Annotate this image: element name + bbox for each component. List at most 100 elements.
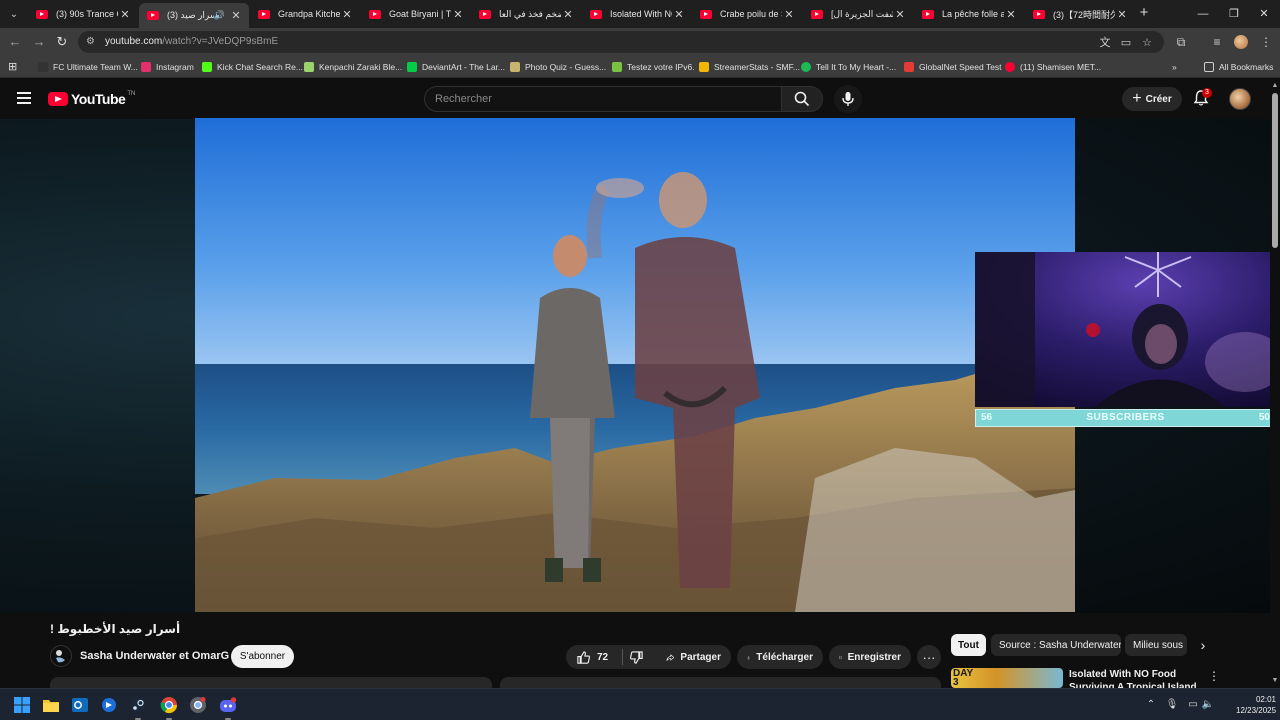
tab-close-icon[interactable]: ✕: [672, 8, 686, 21]
scrollbar-thumb[interactable]: [1272, 93, 1278, 248]
tab-close-icon[interactable]: ✕: [561, 8, 575, 21]
bookmark-item[interactable]: Instagram: [141, 60, 194, 74]
media-controls-icon[interactable]: ≡: [1209, 34, 1225, 50]
tab-close-icon[interactable]: ✕: [118, 8, 132, 21]
tab-close-icon[interactable]: ✕: [1004, 8, 1018, 21]
chrome-profile-icon[interactable]: [188, 695, 208, 715]
copilot-icon[interactable]: [99, 695, 119, 715]
tray-overflow-chevron-icon[interactable]: ⌃: [1144, 698, 1158, 712]
extensions-icon[interactable]: ⧉: [1173, 34, 1189, 50]
close-window-icon[interactable]: ✕: [1252, 4, 1276, 24]
tab-5[interactable]: أضخم فخذ في العا ✕: [471, 3, 581, 25]
dislike-button[interactable]: [624, 645, 654, 669]
hamburger-menu-icon[interactable]: [17, 92, 31, 104]
tab-1[interactable]: (3) 90s Trance Cla ✕: [28, 3, 138, 25]
share-button[interactable]: Partager: [656, 645, 731, 669]
tab-close-icon[interactable]: ✕: [782, 8, 796, 21]
profile-avatar[interactable]: [1234, 35, 1248, 49]
bookmark-item[interactable]: (11) Shamisen MET...: [1005, 60, 1101, 74]
apps-grid-icon[interactable]: ⊞: [8, 61, 20, 73]
file-explorer-icon[interactable]: [41, 695, 61, 715]
bookmark-item[interactable]: Testez votre IPv6.: [612, 60, 695, 74]
youtube-favicon-icon: [147, 11, 159, 20]
bookmark-item[interactable]: FC Ultimate Team W...: [38, 60, 138, 74]
tab-3[interactable]: Grandpa Kitchen ✕: [250, 3, 360, 25]
save-button[interactable]: Enregistrer: [829, 645, 911, 669]
channel-avatar[interactable]: [50, 645, 72, 667]
bookmarks-overflow-icon[interactable]: »: [1172, 60, 1177, 74]
voice-search-button[interactable]: [834, 85, 862, 113]
menu-dots-icon[interactable]: ⋮: [1258, 34, 1274, 50]
bookmark-star-icon[interactable]: ☆: [1140, 36, 1154, 50]
tab-title: (3) أسرار صيد: [167, 10, 214, 20]
bookmark-item[interactable]: GlobalNet Speed Test: [904, 60, 1002, 74]
bookmark-item[interactable]: Kick Chat Search Re...: [202, 60, 303, 74]
chevron-right-icon[interactable]: ›: [1194, 636, 1212, 654]
minimize-icon[interactable]: —: [1191, 4, 1215, 24]
thumbnail-day-label: DAY 3: [953, 668, 974, 688]
tab-4[interactable]: Goat Biryani | Trac ✕: [361, 3, 471, 25]
all-bookmarks[interactable]: All Bookmarks: [1204, 60, 1273, 74]
tab-search-chevron-icon[interactable]: ⌄: [4, 4, 24, 24]
discord-icon[interactable]: [218, 695, 238, 720]
kebab-menu-icon[interactable]: ⋮: [1208, 669, 1220, 683]
tab-audio-icon[interactable]: 🔊: [214, 10, 225, 21]
site-info-icon[interactable]: ⚙: [86, 36, 98, 48]
cast-icon[interactable]: ▭: [1119, 36, 1133, 50]
bookmark-item[interactable]: Tell It To My Heart -...: [801, 60, 896, 74]
taskbar-clock[interactable]: 02:01 12/23/2025: [1236, 694, 1276, 716]
tab-8[interactable]: [كشفت الجزيرة ال ✕: [803, 3, 913, 25]
recommended-video-thumbnail[interactable]: DAY 3: [951, 668, 1063, 688]
search-input[interactable]: [435, 93, 765, 105]
bookmark-item[interactable]: DeviantArt - The Lar...: [407, 60, 505, 74]
tab-close-icon[interactable]: ✕: [451, 8, 465, 21]
search-box[interactable]: [424, 86, 782, 112]
reload-icon[interactable]: ↻: [53, 33, 71, 51]
tab-title: Isolated With NO: [610, 9, 672, 19]
windows-start-icon[interactable]: [12, 695, 32, 715]
tab-7[interactable]: Crabe poilu de Sa ✕: [692, 3, 802, 25]
tab-10[interactable]: (3)【72時間耐久】 ✕: [1025, 3, 1135, 25]
tab-close-icon[interactable]: ✕: [1115, 8, 1129, 21]
user-avatar[interactable]: [1229, 88, 1251, 110]
outlook-icon[interactable]: [70, 695, 90, 715]
scroll-down-icon[interactable]: ▼: [1271, 677, 1279, 685]
video-player[interactable]: [195, 118, 1075, 612]
address-bar[interactable]: ⚙ youtube.com/watch?v=JVeDQP9sBmE 文 ▭ ☆: [78, 31, 1164, 53]
thumbs-up-icon: [577, 650, 590, 664]
tab-close-icon[interactable]: ✕: [229, 9, 243, 22]
scroll-up-icon[interactable]: ▲: [1271, 82, 1279, 90]
create-button[interactable]: + Créer: [1122, 87, 1182, 111]
tab-close-icon[interactable]: ✕: [340, 8, 354, 21]
more-actions-icon[interactable]: ···: [917, 645, 941, 669]
page-scrollbar[interactable]: ▲ ▼: [1270, 79, 1280, 688]
tab-2-active[interactable]: (3) أسرار صيد 🔊 ✕: [139, 3, 249, 28]
back-arrow-icon[interactable]: ←: [6, 33, 24, 51]
chip-all[interactable]: Tout: [951, 634, 986, 656]
tab-close-icon[interactable]: ✕: [893, 8, 907, 21]
youtube-favicon-icon: [1033, 9, 1045, 19]
chrome-icon[interactable]: [159, 695, 179, 720]
tab-6[interactable]: Isolated With NO ✕: [582, 3, 692, 25]
network-icon[interactable]: ▭: [1186, 698, 1200, 712]
youtube-logo[interactable]: YouTube TN: [48, 91, 135, 107]
bookmark-item[interactable]: Photo Quiz - Guess...: [510, 60, 606, 74]
tab-9[interactable]: La pêche folle au ✕: [914, 3, 1024, 25]
channel-name[interactable]: Sasha Underwater et OmarG: [80, 650, 229, 662]
microphone-tray-icon[interactable]: 🎙: [1165, 698, 1179, 712]
steam-icon[interactable]: [128, 695, 148, 720]
subscribe-button[interactable]: S'abonner: [231, 645, 294, 668]
bookmark-favicon-icon: [904, 62, 914, 72]
download-button[interactable]: Télécharger: [737, 645, 823, 669]
bookmark-item[interactable]: Kenpachi Zaraki Ble...: [304, 60, 402, 74]
chip-topic[interactable]: Milieu sous: [1125, 634, 1187, 656]
chip-source[interactable]: Source : Sasha Underwater: [991, 634, 1121, 656]
bookmark-item[interactable]: StreamerStats - SMF...: [699, 60, 800, 74]
volume-icon[interactable]: 🔈: [1201, 698, 1215, 712]
new-tab-plus-icon[interactable]: +: [1136, 5, 1152, 21]
translate-icon[interactable]: 文: [1098, 36, 1112, 50]
save-label: Enregistrer: [847, 651, 901, 663]
forward-arrow-icon[interactable]: →: [30, 33, 48, 51]
search-button[interactable]: [781, 86, 823, 112]
restore-icon[interactable]: ❐: [1222, 4, 1246, 24]
